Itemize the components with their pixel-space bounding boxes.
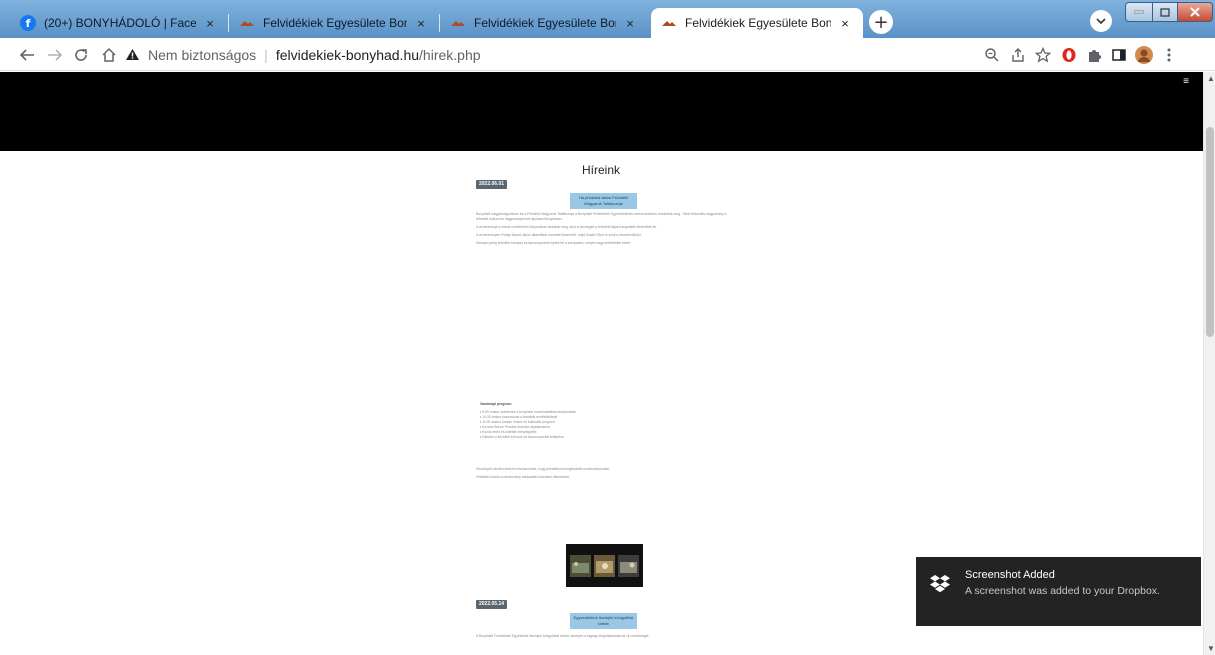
tab-felvidekiek-active[interactable]: Felvidékiek Egyesülete Bonyhád ×	[651, 8, 863, 38]
scroll-down-arrow-icon[interactable]: ▼	[1207, 644, 1215, 653]
facebook-icon: f	[20, 15, 36, 31]
post-paragraph: Köszönjük minden kedves résztvevőnek, ho…	[476, 467, 611, 471]
notification-message: A screenshot was added to your Dropbox.	[965, 585, 1160, 597]
close-tab-icon[interactable]: ×	[202, 16, 218, 31]
zoom-icon[interactable]	[983, 46, 1001, 64]
url-path: /hirek.php	[419, 46, 481, 63]
browser-toolbar: Nem biztonságos | felvidekiek-bonyhad.hu…	[0, 38, 1215, 71]
post-body: A Bonyhádi Felvidékiek Egyesülete tisztú…	[476, 634, 728, 642]
close-tab-icon[interactable]: ×	[413, 16, 429, 31]
gallery-photo[interactable]	[617, 554, 639, 577]
close-icon	[1190, 7, 1200, 17]
photo-gallery	[566, 544, 643, 587]
side-panel-icon[interactable]	[1110, 46, 1128, 64]
site-icon	[450, 15, 466, 31]
hamburger-menu-icon[interactable]: ≡	[1183, 76, 1189, 87]
tab-title: Felvidékiek Egyesülete Bonyhád	[474, 16, 616, 30]
dropbox-icon	[930, 575, 950, 593]
post-date-badge: 2022.06.01	[476, 180, 508, 189]
list-item: Délután a felvidéki kórusok és tánccsopo…	[480, 435, 728, 440]
vertical-scrollbar[interactable]: ▲ ▼	[1203, 72, 1215, 655]
forward-arrow-icon	[48, 49, 63, 61]
back-arrow-icon	[19, 49, 34, 61]
reload-icon	[75, 49, 87, 61]
post-paragraph: Felvidéki Induló a rendezvény zárásaként…	[476, 475, 571, 479]
share-icon[interactable]	[1009, 46, 1027, 64]
new-tab-button[interactable]: +	[869, 10, 893, 34]
back-button[interactable]	[17, 45, 37, 65]
post-closing: Köszönjük minden kedves résztvevőnek, ho…	[476, 467, 728, 483]
post-paragraph: A rendezvényen Potápi Árpád János államt…	[476, 233, 642, 237]
gallery-photo[interactable]	[593, 554, 615, 577]
url-domain: felvidekiek-bonyhad.hu	[275, 46, 420, 63]
tab-felvidekiek-1[interactable]: Felvidékiek Egyesülete Bonyhád ×	[229, 8, 439, 38]
minimize-button[interactable]	[1125, 2, 1153, 22]
list-heading: Vasárnapi program:	[480, 402, 512, 406]
divider: |	[264, 46, 268, 63]
site-icon	[661, 15, 677, 31]
close-window-button[interactable]	[1177, 2, 1213, 22]
post-title[interactable]: Egyesületünk tisztújító közgyűlést tarto…	[570, 613, 637, 629]
tab-search-button[interactable]	[1090, 10, 1112, 32]
warning-icon[interactable]	[125, 48, 140, 61]
chevron-down-icon	[1096, 18, 1106, 24]
post-title[interactable]: Ha pünkösd akkor Felvidéki Magyarok Talá…	[570, 193, 637, 209]
extensions-puzzle-icon[interactable]	[1085, 46, 1103, 64]
profile-avatar[interactable]	[1135, 46, 1153, 64]
post-paragraph: A Bonyhádi Felvidékiek Egyesülete tisztú…	[476, 634, 650, 638]
site-header-banner: ≡	[0, 72, 1203, 151]
reload-button[interactable]	[71, 45, 91, 65]
close-tab-icon[interactable]: ×	[622, 16, 638, 31]
site-icon	[239, 15, 255, 31]
security-label[interactable]: Nem biztonságos	[148, 47, 256, 63]
gallery-photo[interactable]	[570, 554, 592, 577]
forward-button[interactable]	[45, 45, 65, 65]
address-bar[interactable]: Nem biztonságos | felvidekiek-bonyhad.hu…	[125, 42, 1005, 67]
post-date-badge: 2022.05.14	[476, 600, 508, 609]
post-paragraph: Bonyhádi magyarságunkban és a Felvidéki …	[476, 212, 727, 221]
tab-felvidekiek-2[interactable]: Felvidékiek Egyesülete Bonyhád ×	[440, 8, 648, 38]
maximize-icon	[1160, 7, 1170, 17]
bookmark-star-icon[interactable]	[1034, 46, 1052, 64]
home-button[interactable]	[99, 45, 119, 65]
browser-title-bar: f (20+) BONYHÁDOLÓ | Facebook × Felvidék…	[0, 0, 1215, 38]
tab-title: Felvidékiek Egyesülete Bonyhád	[685, 16, 831, 30]
tab-facebook[interactable]: f (20+) BONYHÁDOLÓ | Facebook ×	[10, 8, 228, 38]
tab-title: Felvidékiek Egyesülete Bonyhád	[263, 16, 407, 30]
dropbox-notification[interactable]: Screenshot Added A screenshot was added …	[916, 557, 1201, 626]
minimize-icon	[1134, 10, 1144, 14]
scroll-up-arrow-icon[interactable]: ▲	[1207, 74, 1215, 83]
close-tab-icon[interactable]: ×	[837, 16, 853, 31]
scrollbar-thumb[interactable]	[1206, 127, 1214, 337]
post-paragraph: Délután pedig felvidéki kórusok és táncc…	[476, 241, 632, 245]
post-paragraph: A rendezvényt a városi művelődési közpon…	[476, 225, 658, 229]
tab-title: (20+) BONYHÁDOLÓ | Facebook	[44, 16, 196, 30]
opera-extension-icon[interactable]	[1060, 46, 1078, 64]
post-body: Bonyhádi magyarságunkban és a Felvidéki …	[476, 212, 728, 249]
home-icon	[102, 47, 116, 62]
more-menu-icon[interactable]	[1160, 46, 1178, 64]
maximize-button[interactable]	[1152, 2, 1178, 22]
page-title: Híreink	[581, 163, 620, 177]
notification-title: Screenshot Added	[965, 569, 1055, 581]
program-list: Vasárnapi program: 9:00 órakor szentmise…	[476, 402, 728, 440]
